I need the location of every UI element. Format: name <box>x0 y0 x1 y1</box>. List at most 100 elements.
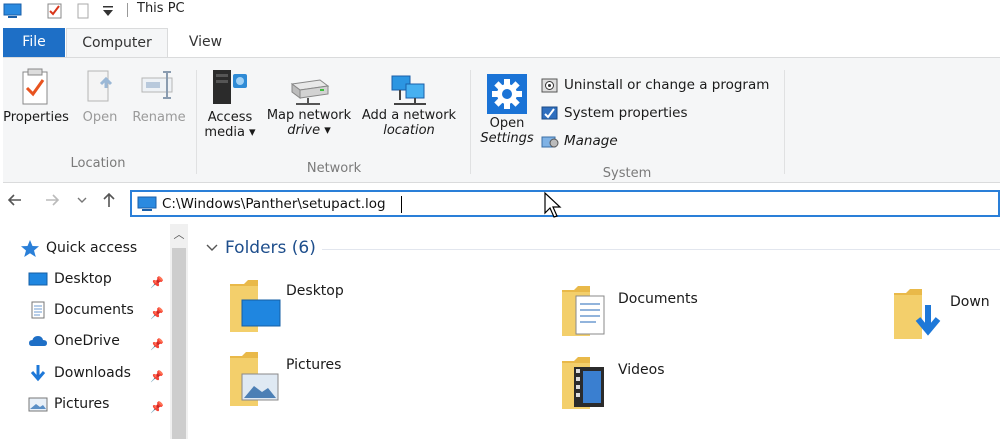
folder-pictures[interactable]: Pictures <box>228 350 341 410</box>
open-settings-button[interactable]: Open Settings <box>479 72 535 146</box>
tab-view[interactable]: View <box>178 28 233 57</box>
map-network-drive-label-1: Map network <box>266 108 352 123</box>
network-group-label: Network <box>306 161 362 176</box>
map-network-drive-button[interactable]: Map network drive ▾ <box>261 72 357 138</box>
text-caret <box>401 196 402 213</box>
pin-icon[interactable]: 📌 <box>150 307 164 320</box>
navigation-pane: Quick access Desktop 📌 Documents 📌 OneDr… <box>0 222 192 439</box>
system-properties-label: System properties <box>564 105 688 121</box>
system-group-label: System <box>602 166 652 181</box>
folder-label: Down <box>950 294 990 310</box>
folder-label: Documents <box>618 291 698 307</box>
mouse-pointer-icon <box>544 191 562 218</box>
folders-group-header[interactable]: Folders (6) <box>205 238 316 258</box>
nav-item-desktop[interactable]: Desktop <box>28 270 112 288</box>
group-separator <box>784 70 785 174</box>
pin-icon[interactable]: 📌 <box>150 338 164 351</box>
nav-item-downloads[interactable]: Downloads <box>28 364 131 382</box>
system-properties-icon <box>541 106 558 120</box>
folder-label: Pictures <box>286 357 342 373</box>
folder-label: Desktop <box>286 283 344 299</box>
access-media-button[interactable]: Access media ▾ <box>201 64 259 140</box>
nav-item-label: Desktop <box>54 271 112 287</box>
desktop-folder-icon <box>230 280 281 332</box>
rename-icon <box>141 71 173 99</box>
pictures-icon <box>28 397 48 412</box>
settings-gear-icon <box>487 74 527 114</box>
folder-documents[interactable]: Documents <box>560 284 698 344</box>
system-properties-button[interactable]: System properties <box>540 104 688 122</box>
nav-item-documents[interactable]: Documents <box>28 301 134 319</box>
window-title: This PC <box>137 1 185 16</box>
ribbon-panel: Properties Open Rename Location Access m… <box>3 57 1000 183</box>
rename-button[interactable]: Rename <box>130 66 188 125</box>
documents-folder-icon <box>562 286 605 336</box>
nav-item-onedrive[interactable]: OneDrive <box>28 332 120 350</box>
uninstall-label: Uninstall or change a program <box>564 77 770 93</box>
access-media-label-2: media ▾ <box>204 125 256 140</box>
address-input[interactable]: C:\Windows\Panther\setupact.log <box>162 196 386 212</box>
manage-label: Manage <box>564 133 618 149</box>
address-bar[interactable]: C:\Windows\Panther\setupact.log <box>130 190 1000 217</box>
open-label: Open <box>82 110 118 125</box>
open-button[interactable]: Open <box>77 66 123 125</box>
map-network-drive-label-2: drive ▾ <box>287 123 331 138</box>
pin-icon[interactable]: 📌 <box>150 276 164 289</box>
uninstall-program-button[interactable]: Uninstall or change a program <box>540 76 769 94</box>
pin-icon[interactable]: 📌 <box>150 370 164 383</box>
computer-icon[interactable] <box>2 2 24 20</box>
manage-button[interactable]: Manage <box>540 132 618 150</box>
nav-item-label: Quick access <box>46 240 138 256</box>
add-network-location-button[interactable]: Add a network location <box>356 70 462 138</box>
folder-desktop[interactable]: Desktop <box>228 276 344 336</box>
manage-icon <box>541 136 559 148</box>
nav-item-pictures[interactable]: Pictures <box>28 395 109 413</box>
cloud-icon <box>29 336 47 346</box>
properties-button[interactable]: Properties <box>3 66 69 125</box>
nav-item-quick-access[interactable]: Quick access <box>20 239 137 257</box>
open-icon <box>87 70 113 102</box>
desktop-icon <box>28 272 48 286</box>
downloads-folder-icon <box>894 289 941 339</box>
uninstall-icon <box>541 78 558 93</box>
tab-computer[interactable]: Computer <box>66 28 168 58</box>
up-arrow-icon[interactable] <box>101 191 117 209</box>
title-bar: This PC <box>0 0 1000 22</box>
nav-item-label: Documents <box>54 302 134 318</box>
folder-label: Videos <box>618 362 665 378</box>
recent-locations-chevron-icon[interactable] <box>76 194 88 206</box>
ribbon-tabs: File Computer View <box>0 22 1000 58</box>
open-settings-label-1: Open <box>489 116 525 131</box>
group-separator <box>470 70 471 174</box>
forward-arrow-icon[interactable] <box>43 192 61 208</box>
nav-item-label: Downloads <box>54 365 131 381</box>
documents-icon <box>31 301 45 319</box>
scroll-thumb[interactable] <box>172 248 186 439</box>
new-folder-quick-icon[interactable] <box>76 2 90 20</box>
pin-icon[interactable]: 📌 <box>150 401 164 414</box>
folder-downloads[interactable]: Down <box>892 287 990 347</box>
star-icon <box>21 240 39 257</box>
network-drive-icon <box>290 79 330 105</box>
folders-group-title: Folders (6) <box>225 238 316 258</box>
add-network-location-label-1: Add a network <box>361 108 457 123</box>
properties-icon <box>22 68 48 105</box>
back-arrow-icon[interactable] <box>6 192 24 208</box>
media-server-icon <box>213 70 247 104</box>
rename-label: Rename <box>132 110 186 125</box>
collapse-chevron-icon <box>206 244 218 251</box>
open-settings-label-2: Settings <box>480 131 534 146</box>
properties-quick-icon[interactable] <box>46 2 64 20</box>
tab-file[interactable]: File <box>3 28 65 57</box>
scroll-up-chevron-icon[interactable]: ︿ <box>172 226 186 244</box>
nav-item-label: OneDrive <box>54 333 120 349</box>
nav-item-label: Pictures <box>54 396 110 412</box>
add-network-location-label-2: location <box>383 123 435 138</box>
download-arrow-icon <box>30 365 46 382</box>
folder-videos[interactable]: Videos <box>560 355 665 415</box>
properties-label: Properties <box>3 110 69 125</box>
location-group-label: Location <box>70 156 126 171</box>
nav-pane-scrollbar[interactable]: ︿ <box>170 224 188 439</box>
access-media-label-1: Access <box>207 110 253 125</box>
customize-qat-icon[interactable] <box>101 2 115 20</box>
